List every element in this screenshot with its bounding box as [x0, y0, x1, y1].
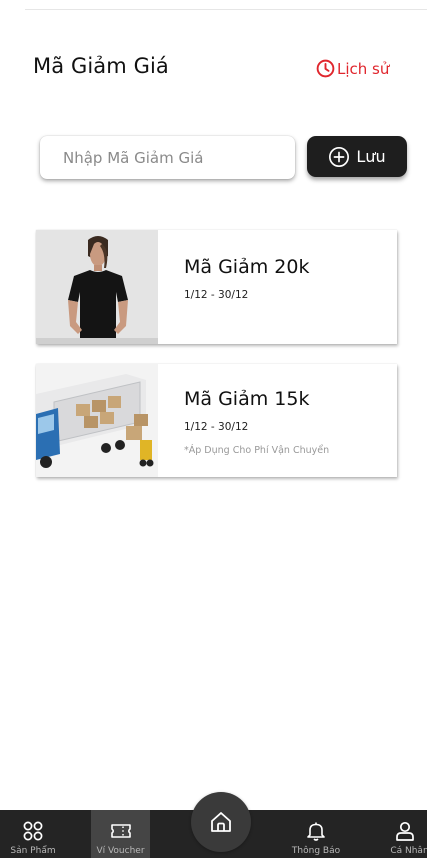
clock-icon	[316, 59, 335, 78]
voucher-card-20k[interactable]: Mã Giảm 20k 1/12 - 30/12	[36, 230, 397, 344]
plus-circle-icon	[329, 146, 350, 167]
voucher-dates: 1/12 - 30/12	[184, 421, 249, 433]
home-button[interactable]	[191, 792, 251, 852]
save-button[interactable]: Lưu	[307, 136, 407, 177]
nav-label: Ví Voucher	[96, 846, 145, 856]
page-title: Mã Giảm Giá	[33, 54, 169, 78]
voucher-note: *Áp Dụng Cho Phí Vận Chuyển	[184, 445, 330, 456]
voucher-code-input[interactable]	[40, 136, 295, 179]
history-link[interactable]: Lịch sử	[316, 59, 389, 78]
nav-label: Cá Nhân	[390, 846, 427, 856]
grid-icon	[23, 821, 43, 841]
home-icon	[211, 812, 231, 832]
voucher-title: Mã Giảm 15k	[184, 388, 310, 410]
delivery-truck-photo	[36, 364, 158, 477]
nav-label: Sản Phẩm	[10, 846, 56, 856]
user-icon	[395, 821, 414, 841]
voucher-title: Mã Giảm 20k	[184, 256, 310, 278]
nav-item-notifications[interactable]: Thông Báo	[284, 810, 348, 858]
nav-item-voucher[interactable]: Ví Voucher	[91, 810, 150, 858]
nav-item-profile[interactable]: Cá Nhân	[382, 810, 427, 858]
ticket-icon	[110, 824, 131, 838]
nav-label: Thông Báo	[291, 846, 341, 856]
voucher-dates: 1/12 - 30/12	[184, 289, 249, 301]
bell-icon	[307, 822, 325, 841]
voucher-card-15k[interactable]: Mã Giảm 15k 1/12 - 30/12 *Áp Dụng Cho Ph…	[36, 364, 397, 477]
woman-black-tshirt-photo	[36, 230, 158, 344]
save-button-label: Lưu	[356, 147, 386, 166]
voucher-code-field	[40, 136, 295, 179]
top-divider	[25, 9, 427, 10]
history-label: Lịch sử	[337, 59, 390, 78]
nav-item-products[interactable]: Sản Phẩm	[2, 810, 64, 858]
